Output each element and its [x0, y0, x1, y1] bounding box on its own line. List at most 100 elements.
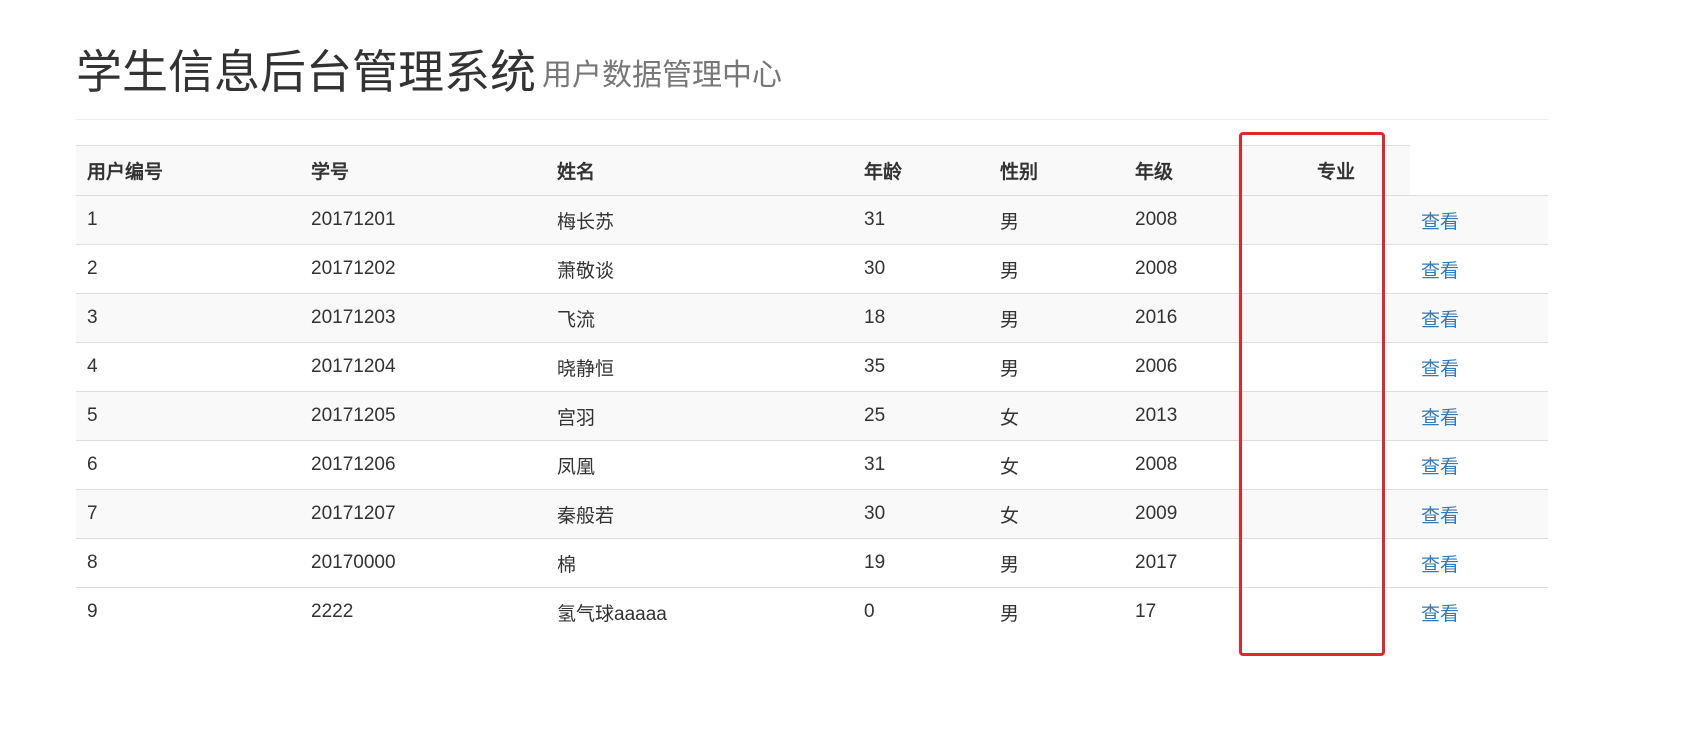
cell-action: 查看	[1410, 489, 1548, 539]
cell-student-no: 20171201	[300, 195, 546, 245]
cell-age: 25	[853, 391, 989, 441]
view-link[interactable]: 查看	[1421, 506, 1459, 527]
table-row: 6 20171206 凤凰 31 女 2008 查看	[76, 440, 1548, 490]
cell-major	[1270, 587, 1410, 637]
view-link[interactable]: 查看	[1421, 359, 1459, 380]
column-header-grade: 年级	[1124, 145, 1270, 196]
column-header-name: 姓名	[546, 145, 853, 196]
cell-grade: 2016	[1124, 293, 1270, 343]
cell-student-no: 20171204	[300, 342, 546, 392]
cell-major	[1270, 391, 1410, 441]
cell-student-no: 20171205	[300, 391, 546, 441]
cell-student-no: 20171202	[300, 244, 546, 294]
cell-grade: 2008	[1124, 244, 1270, 294]
cell-name: 棉	[546, 538, 853, 588]
cell-major	[1270, 489, 1410, 539]
table-row: 9 2222 氢气球aaaaa 0 男 17 查看	[76, 587, 1548, 637]
cell-action: 查看	[1410, 538, 1548, 588]
cell-gender: 女	[989, 440, 1124, 490]
cell-gender: 女	[989, 489, 1124, 539]
cell-gender: 男	[989, 342, 1124, 392]
view-link[interactable]: 查看	[1421, 261, 1459, 282]
cell-user-id: 3	[76, 293, 300, 343]
cell-user-id: 9	[76, 587, 300, 637]
table-row: 5 20171205 宫羽 25 女 2013 查看	[76, 391, 1548, 441]
column-header-student-no: 学号	[300, 145, 546, 196]
column-header-age: 年龄	[853, 145, 989, 196]
table-row: 7 20171207 秦般若 30 女 2009 查看	[76, 489, 1548, 539]
column-header-user-id: 用户编号	[76, 145, 300, 196]
cell-grade: 2013	[1124, 391, 1270, 441]
cell-user-id: 2	[76, 244, 300, 294]
cell-gender: 男	[989, 293, 1124, 343]
cell-action: 查看	[1410, 342, 1548, 392]
table-row: 3 20171203 飞流 18 男 2016 查看	[76, 293, 1548, 343]
cell-age: 30	[853, 244, 989, 294]
view-link[interactable]: 查看	[1421, 310, 1459, 331]
cell-student-no: 20170000	[300, 538, 546, 588]
view-link[interactable]: 查看	[1421, 555, 1459, 576]
page-header: 学生信息后台管理系统 用户数据管理中心	[76, 36, 1548, 120]
table-row: 4 20171204 晓静恒 35 男 2006 查看	[76, 342, 1548, 392]
cell-action: 查看	[1410, 244, 1548, 294]
cell-age: 19	[853, 538, 989, 588]
cell-major	[1270, 538, 1410, 588]
cell-major	[1270, 195, 1410, 245]
view-link[interactable]: 查看	[1421, 408, 1459, 429]
table-header-row: 用户编号 学号 姓名 年龄 性别 年级 专业	[76, 145, 1548, 196]
cell-grade: 2008	[1124, 195, 1270, 245]
column-header-major: 专业	[1270, 145, 1410, 196]
cell-student-no: 20171206	[300, 440, 546, 490]
view-link[interactable]: 查看	[1421, 604, 1459, 625]
cell-name: 凤凰	[546, 440, 853, 490]
page-title: 学生信息后台管理系统	[76, 46, 536, 98]
table-row: 1 20171201 梅长苏 31 男 2008 查看	[76, 195, 1548, 245]
cell-name: 梅长苏	[546, 195, 853, 245]
cell-action: 查看	[1410, 391, 1548, 441]
view-link[interactable]: 查看	[1421, 457, 1459, 478]
table-row: 2 20171202 萧敬谈 30 男 2008 查看	[76, 244, 1548, 294]
cell-age: 31	[853, 440, 989, 490]
cell-gender: 男	[989, 538, 1124, 588]
cell-name: 氢气球aaaaa	[546, 587, 853, 637]
cell-user-id: 1	[76, 195, 300, 245]
cell-user-id: 4	[76, 342, 300, 392]
cell-student-no: 20171203	[300, 293, 546, 343]
cell-action: 查看	[1410, 293, 1548, 343]
cell-name: 宫羽	[546, 391, 853, 441]
cell-grade: 2006	[1124, 342, 1270, 392]
page-subtitle: 用户数据管理中心	[542, 59, 782, 92]
cell-user-id: 7	[76, 489, 300, 539]
column-header-action	[1410, 145, 1548, 196]
cell-grade: 2017	[1124, 538, 1270, 588]
cell-gender: 女	[989, 391, 1124, 441]
cell-gender: 男	[989, 195, 1124, 245]
cell-student-no: 2222	[300, 587, 546, 637]
student-table: 用户编号 学号 姓名 年龄 性别 年级 专业 1 20171201 梅长苏 31…	[76, 145, 1548, 637]
cell-action: 查看	[1410, 587, 1548, 637]
cell-major	[1270, 342, 1410, 392]
cell-age: 35	[853, 342, 989, 392]
cell-action: 查看	[1410, 440, 1548, 490]
cell-user-id: 6	[76, 440, 300, 490]
cell-major	[1270, 293, 1410, 343]
cell-gender: 男	[989, 587, 1124, 637]
cell-student-no: 20171207	[300, 489, 546, 539]
cell-age: 31	[853, 195, 989, 245]
cell-action: 查看	[1410, 195, 1548, 245]
cell-name: 晓静恒	[546, 342, 853, 392]
cell-name: 萧敬谈	[546, 244, 853, 294]
cell-age: 0	[853, 587, 989, 637]
view-link[interactable]: 查看	[1421, 212, 1459, 233]
cell-user-id: 8	[76, 538, 300, 588]
cell-user-id: 5	[76, 391, 300, 441]
page: 学生信息后台管理系统 用户数据管理中心 用户编号 学号 姓名 年龄 性别 年级 …	[0, 0, 1683, 748]
cell-age: 18	[853, 293, 989, 343]
cell-major	[1270, 244, 1410, 294]
cell-age: 30	[853, 489, 989, 539]
cell-name: 飞流	[546, 293, 853, 343]
cell-grade: 2008	[1124, 440, 1270, 490]
cell-grade: 17	[1124, 587, 1270, 637]
table-row: 8 20170000 棉 19 男 2017 查看	[76, 538, 1548, 588]
cell-major	[1270, 440, 1410, 490]
